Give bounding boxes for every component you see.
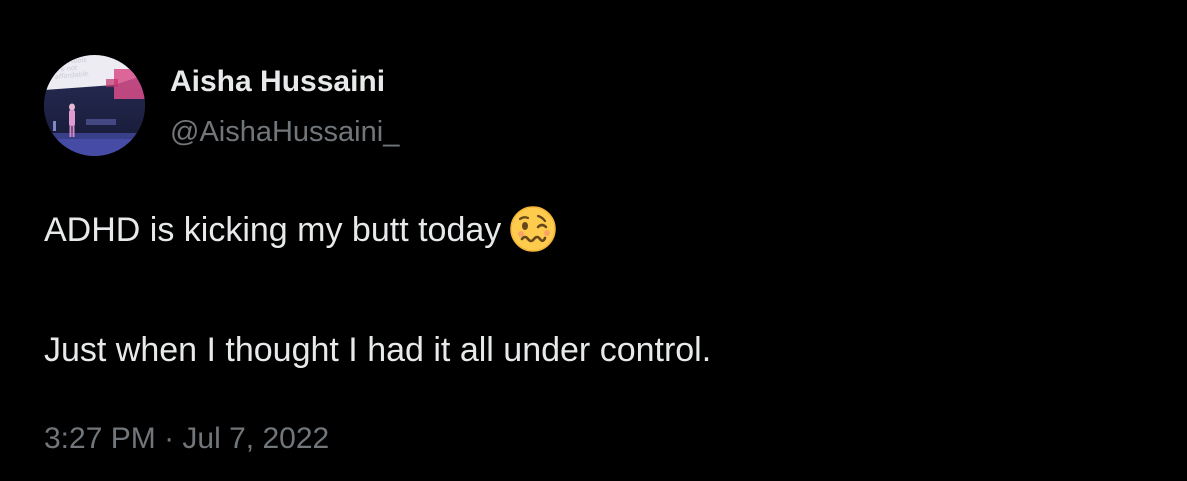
avatar[interactable]: work tools are not affordable. [44, 55, 145, 156]
tweet-time[interactable]: 3:27 PM [44, 422, 156, 455]
tweet-text-line-1: ADHD is kicking my butt today [44, 205, 557, 262]
meta-separator: · [164, 422, 175, 455]
tweet-text-line-1-content: ADHD is kicking my butt today [44, 211, 502, 249]
display-name[interactable]: Aisha Hussaini [170, 64, 385, 100]
tweet-metadata: 3:27 PM · Jul 7, 2022 [44, 421, 329, 457]
tweet-text-line-2: Just when I thought I had it all under c… [44, 331, 712, 369]
tweet: work tools are not affordable. Aisha Hus… [0, 0, 1187, 481]
user-handle[interactable]: @AishaHussaini_ [170, 115, 399, 149]
woozy-face-icon [509, 205, 557, 262]
tweet-date[interactable]: Jul 7, 2022 [182, 422, 329, 455]
